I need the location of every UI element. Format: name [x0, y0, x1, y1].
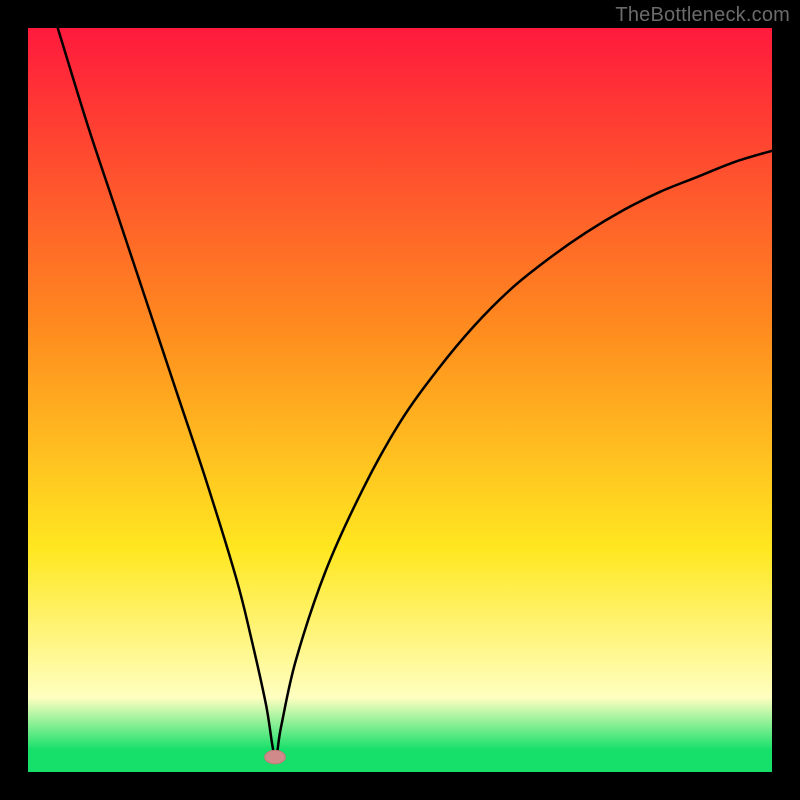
chart-frame: TheBottleneck.com — [0, 0, 800, 800]
plot-area — [28, 28, 772, 772]
watermark-text: TheBottleneck.com — [615, 4, 790, 27]
plot-svg — [28, 28, 772, 772]
optimal-point-marker — [265, 750, 286, 763]
gradient-background — [28, 28, 772, 772]
